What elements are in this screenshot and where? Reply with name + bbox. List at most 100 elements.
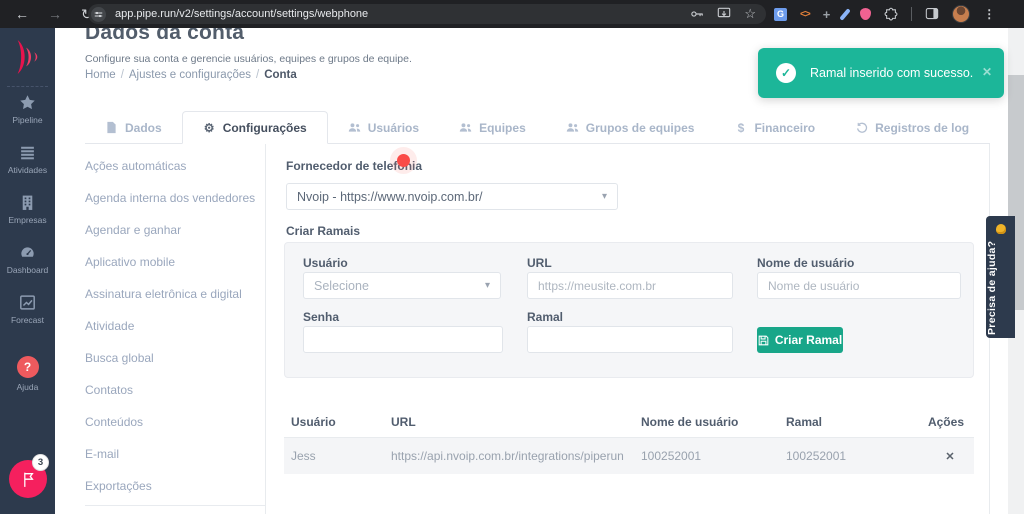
- bookmark-star-icon[interactable]: ☆: [744, 6, 756, 22]
- tab-label: Registros de log: [875, 120, 970, 135]
- user-select-placeholder: Selecione: [314, 278, 369, 293]
- install-app-icon[interactable]: [717, 7, 731, 21]
- back-icon[interactable]: ←: [15, 7, 29, 21]
- history-icon: [855, 121, 868, 134]
- check-circle-icon: ✓: [776, 63, 796, 83]
- sidebar-item-atividades[interactable]: Atividades: [0, 144, 55, 175]
- tab-dados[interactable]: Dados: [85, 112, 182, 143]
- browser-menu-icon[interactable]: ⋮: [983, 7, 995, 21]
- account-tabs: Dados ⚙ Configurações Usuários Equipes G…: [85, 111, 1022, 144]
- address-bar[interactable]: app.pipe.run/v2/settings/account/setting…: [88, 4, 766, 24]
- provider-select[interactable]: Nvoip - https://www.nvoip.com.br/ ▾: [286, 183, 618, 210]
- table-row: Jess https://api.nvoip.com.br/integratio…: [284, 438, 974, 474]
- sidebar-item-pipeline[interactable]: Pipeline: [0, 94, 55, 125]
- password-input[interactable]: [303, 326, 503, 353]
- toast-close-icon[interactable]: ✕: [982, 65, 992, 79]
- help-question-icon: ?: [16, 356, 39, 378]
- tab-financeiro[interactable]: $ Financeiro: [714, 112, 835, 143]
- piperun-logo[interactable]: [0, 38, 55, 76]
- cell-username: 100252001: [641, 449, 702, 463]
- hand-emoji-icon: [996, 224, 1006, 234]
- notification-badge: 3: [32, 454, 49, 471]
- tab-label: Equipes: [479, 120, 526, 135]
- side-panel-icon[interactable]: [925, 7, 939, 21]
- pink-extension-icon[interactable]: [860, 8, 872, 20]
- menu-item-aplicativo-mobile[interactable]: Aplicativo mobile: [85, 255, 265, 269]
- extension-label: Ramal: [527, 310, 564, 324]
- tab-label: Dados: [125, 120, 162, 135]
- tab-grupos-de-equipes[interactable]: Grupos de equipes: [546, 112, 715, 143]
- menu-item-busca-global[interactable]: Busca global: [85, 351, 265, 365]
- cell-url: https://api.nvoip.com.br/integrations/pi…: [391, 449, 624, 463]
- cell-ramal: 100252001: [786, 449, 847, 463]
- breadcrumb: Home / Ajustes e configurações / Conta: [85, 69, 297, 81]
- breadcrumb-home[interactable]: Home: [85, 69, 116, 81]
- user-select[interactable]: Selecione ▾: [303, 272, 501, 299]
- tab-configuracoes[interactable]: ⚙ Configurações: [181, 111, 328, 144]
- url-input[interactable]: [527, 272, 733, 299]
- ramais-table: Usuário URL Nome de usuário Ramal Ações …: [284, 406, 974, 474]
- menu-item-exportacoes[interactable]: Exportações: [85, 479, 265, 493]
- gears-icon: ⚙: [203, 120, 215, 135]
- app-sidebar: Pipeline Atividades Empresas Dashboard F…: [0, 28, 55, 514]
- sidebar-item-dashboard[interactable]: Dashboard: [0, 244, 55, 275]
- chart-icon: [19, 294, 36, 311]
- tab-equipes[interactable]: Equipes: [439, 112, 546, 143]
- forward-icon[interactable]: →: [48, 7, 62, 21]
- translate-extension-icon[interactable]: G: [774, 7, 787, 21]
- page-subtitle: Configure sua conta e gerencie usuários,…: [85, 53, 412, 65]
- profile-avatar[interactable]: [952, 5, 971, 23]
- menu-item-acoes-automaticas[interactable]: Ações automáticas: [85, 159, 265, 173]
- url-label: URL: [527, 256, 552, 270]
- toolbar-separator: [911, 7, 913, 21]
- table-header: Usuário URL Nome de usuário Ramal Ações: [284, 406, 974, 438]
- breadcrumb-current: Conta: [264, 69, 297, 81]
- tab-label: Usuários: [367, 120, 420, 135]
- menu-item-email[interactable]: E-mail: [85, 447, 265, 461]
- flag-icon: [23, 472, 34, 487]
- breadcrumb-section[interactable]: Ajustes e configurações: [129, 69, 251, 81]
- sidebar-item-ajuda[interactable]: ? Ajuda: [0, 356, 55, 392]
- tab-usuarios[interactable]: Usuários: [328, 112, 439, 143]
- eyedropper-extension-icon[interactable]: [839, 7, 851, 21]
- toast-message: Ramal inserido com sucesso.: [810, 66, 974, 80]
- sidebar-item-empresas[interactable]: Empresas: [0, 194, 55, 225]
- tab-registros-de-log[interactable]: Registros de log: [835, 112, 989, 143]
- sidebar-item-forecast[interactable]: Forecast: [0, 294, 55, 325]
- menu-item-assinatura[interactable]: Assinatura eletrônica e digital: [85, 287, 265, 301]
- cell-usuario: Jess: [291, 449, 316, 463]
- menu-item-contatos[interactable]: Contatos: [85, 383, 265, 397]
- sidebar-item-label: Dashboard: [6, 265, 49, 275]
- url-text[interactable]: app.pipe.run/v2/settings/account/setting…: [115, 8, 368, 20]
- username-input[interactable]: [757, 272, 961, 299]
- code-extension-icon[interactable]: <>: [800, 9, 811, 20]
- tab-label: Financeiro: [754, 120, 816, 135]
- dollar-icon: $: [737, 120, 745, 135]
- file-icon: [105, 121, 118, 134]
- users-icon: [459, 121, 472, 134]
- delete-ramal-button[interactable]: ✕: [940, 446, 960, 466]
- site-settings-icon[interactable]: [91, 6, 106, 22]
- success-toast: ✓ Ramal inserido com sucesso. ✕: [758, 48, 1004, 98]
- help-side-tab[interactable]: Precisa de ajuda?: [986, 216, 1015, 338]
- click-indicator-dot: [397, 154, 410, 167]
- extension-input[interactable]: [527, 326, 733, 353]
- main-page: Dados da conta Configure sua conta e ger…: [55, 21, 1024, 514]
- th-acoes: Ações: [927, 415, 964, 429]
- menu-item-atividade[interactable]: Atividade: [85, 319, 265, 333]
- menu-item-agenda-interna[interactable]: Agenda interna dos vendedores: [85, 191, 265, 205]
- list-icon: [19, 144, 36, 161]
- extensions-puzzle-icon[interactable]: [884, 7, 898, 21]
- menu-item-agendar-e-ganhar[interactable]: Agendar e ganhar: [85, 223, 265, 237]
- create-ramal-button[interactable]: Criar Ramal: [757, 327, 843, 353]
- password-key-icon[interactable]: [690, 7, 704, 21]
- th-nome-de-usuario: Nome de usuário: [641, 415, 739, 429]
- users-icon: [348, 121, 361, 134]
- create-ramal-form: Usuário URL Nome de usuário Selecione ▾ …: [284, 242, 974, 378]
- star-icon: [19, 94, 36, 111]
- user-label: Usuário: [303, 256, 348, 270]
- create-ramais-title: Criar Ramais: [286, 224, 361, 238]
- move-extension-icon[interactable]: +: [823, 7, 831, 22]
- browser-toolbar: ← → ↻ app.pipe.run/v2/settings/account/s…: [0, 0, 1024, 28]
- menu-item-conteudos[interactable]: Conteúdos: [85, 415, 265, 429]
